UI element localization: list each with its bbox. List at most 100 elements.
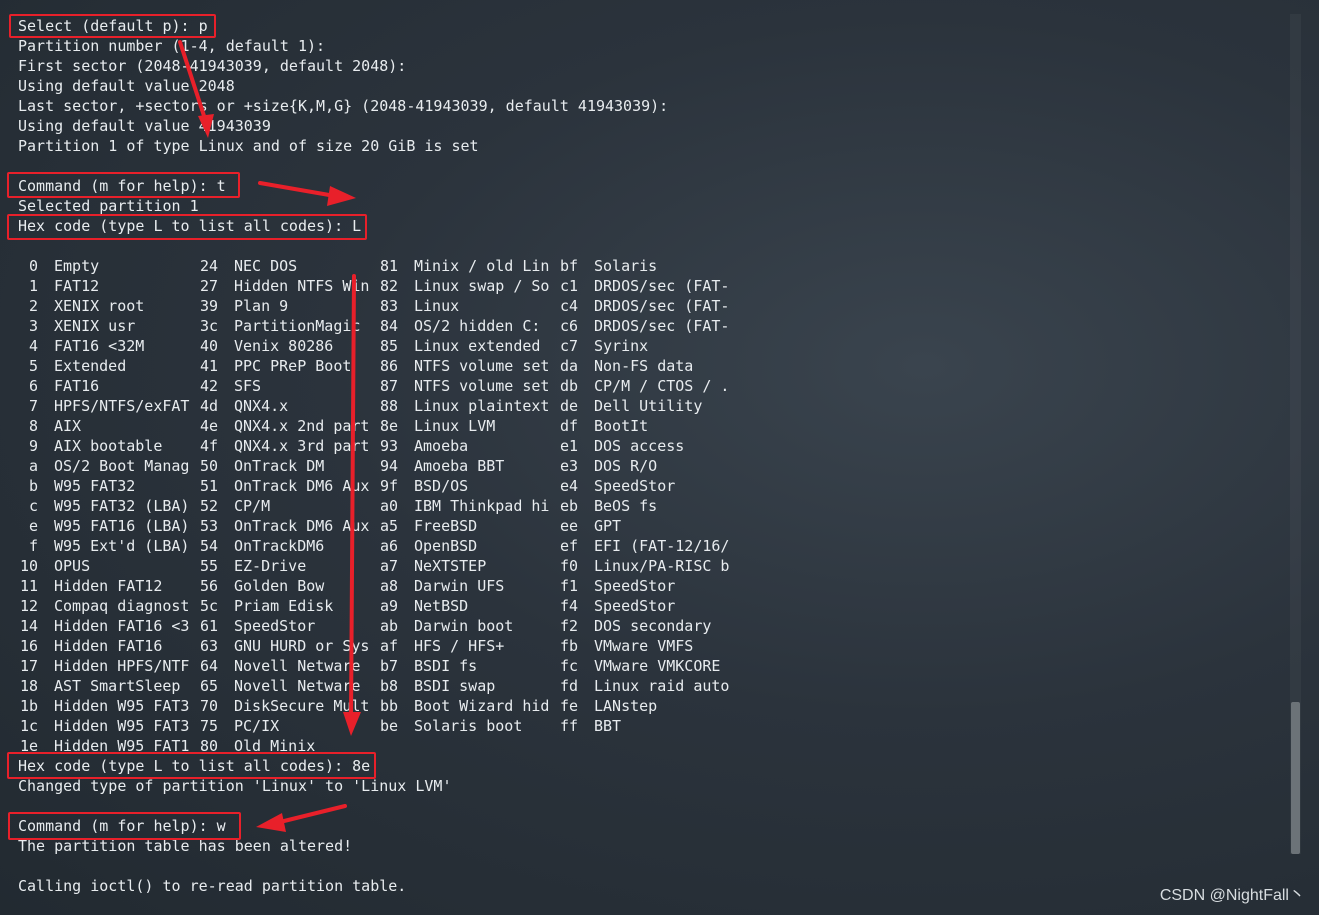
- code-table-row: 7 HPFS/NTFS/exFAT 4d QNX4.x 88 Linux plaintex…: [0, 396, 760, 416]
- partition-code: df: [559, 417, 578, 435]
- partition-code: 4f: [199, 437, 218, 455]
- partition-type-name: W95 FAT32 (LBA): [54, 497, 190, 515]
- partition-code: ab: [379, 617, 398, 635]
- partition-code: 27: [199, 277, 218, 295]
- code-table-row: 14 Hidden FAT16 <3 61 SpeedStor ab Darwin boo…: [0, 616, 760, 636]
- partition-code: 56: [199, 577, 218, 595]
- partition-code: 16: [19, 637, 38, 655]
- partition-code: fe: [559, 697, 578, 715]
- partition-type-name: NEC DOS: [234, 257, 298, 275]
- code-table-row: 16 Hidden FAT16 63 GNU HURD or Sys af HFS / H…: [0, 636, 760, 656]
- partition-code: fb: [559, 637, 578, 655]
- partition-type-name: PartitionMagic: [234, 317, 361, 335]
- partition-code: fd: [559, 677, 578, 695]
- partition-type-name: PC/IX: [234, 717, 280, 735]
- scrollbar-thumb[interactable]: [1291, 702, 1300, 854]
- code-table-row: 1 FAT12 27 Hidden NTFS Win 82 Linux swap / So…: [0, 276, 760, 296]
- partition-code: 10: [19, 557, 38, 575]
- partition-code: 39: [199, 297, 218, 315]
- partition-type-name: Linux: [414, 297, 460, 315]
- partition-type-name: SpeedStor: [594, 477, 676, 495]
- partition-code: bf: [559, 257, 578, 275]
- partition-type-name: BeOS fs: [594, 497, 658, 515]
- partition-type-name: BSDI swap: [414, 677, 496, 695]
- terminal-line: Using default value 2048: [18, 77, 235, 95]
- highlight-box-command-w: [8, 812, 241, 840]
- partition-code: a8: [379, 577, 398, 595]
- partition-type-name: Linux swap / So: [414, 277, 550, 295]
- partition-type-name: DOS secondary: [594, 617, 712, 635]
- partition-code: 17: [19, 657, 38, 675]
- code-table-row: e W95 FAT16 (LBA) 53 OnTrack DM6 Aux a5 FreeB…: [0, 516, 760, 536]
- partition-code: 51: [199, 477, 218, 495]
- partition-type-name: DiskSecure Mult: [234, 697, 370, 715]
- partition-type-name: W95 Ext'd (LBA): [54, 537, 190, 555]
- partition-type-name: XENIX root: [54, 297, 145, 315]
- partition-code: b: [28, 477, 38, 495]
- partition-code: b7: [379, 657, 398, 675]
- partition-type-name: XENIX usr: [54, 317, 136, 335]
- partition-type-name: Darwin UFS: [414, 577, 505, 595]
- partition-type-name: QNX4.x 3rd part: [234, 437, 370, 455]
- partition-type-name: SFS: [234, 377, 262, 395]
- partition-type-name: BootIt: [594, 417, 649, 435]
- partition-code: bb: [379, 697, 398, 715]
- partition-type-name: Hidden FAT16: [54, 637, 163, 655]
- partition-code: 50: [199, 457, 218, 475]
- partition-type-name: FAT16: [54, 377, 100, 395]
- partition-code: 12: [19, 597, 38, 615]
- partition-type-name: SpeedStor: [234, 617, 316, 635]
- partition-type-name: FAT12: [54, 277, 100, 295]
- partition-code: a: [28, 457, 38, 475]
- partition-type-name: Hidden W95 FAT3: [54, 697, 190, 715]
- terminal-line: Partition 1 of type Linux and of size 20…: [18, 137, 479, 155]
- partition-code: f: [28, 537, 38, 555]
- partition-type-name: Non-FS data: [594, 357, 694, 375]
- partition-code: 3c: [199, 317, 218, 335]
- partition-code: 81: [379, 257, 398, 275]
- partition-type-name: Linux/PA-RISC b: [594, 557, 730, 575]
- partition-code: 42: [199, 377, 218, 395]
- partition-type-name: BSD/OS: [414, 477, 469, 495]
- partition-type-name: Novell Netware: [234, 657, 361, 675]
- partition-code: 93: [379, 437, 398, 455]
- partition-type-name: LANstep: [594, 697, 658, 715]
- terminal-line: Partition number (1-4, default 1):: [18, 37, 326, 55]
- partition-type-name: Syrinx: [594, 337, 649, 355]
- partition-type-name: EFI (FAT-12/16/: [594, 537, 730, 555]
- partition-type-name: Boot Wizard hid: [414, 697, 550, 715]
- partition-type-name: Empty: [54, 257, 100, 275]
- code-table-row: 6 FAT16 42 SFS 87 NTFS volume set db CP/M / CTO…: [0, 376, 760, 396]
- partition-code: e3: [559, 457, 578, 475]
- code-table-row: 18 AST SmartSleep 65 Novell Netware b8 BSDI s…: [0, 676, 760, 696]
- partition-type-name: NTFS volume set: [414, 357, 550, 375]
- code-table-row: 2 XENIX root 39 Plan 9 83 Linux c4 DRDOS/sec (F…: [0, 296, 760, 316]
- partition-type-name: Hidden FAT12: [54, 577, 163, 595]
- partition-code: 54: [199, 537, 218, 555]
- partition-code: 0: [28, 257, 38, 275]
- partition-type-name: Amoeba: [414, 437, 469, 455]
- terminal-line: Changed type of partition 'Linux' to 'Li…: [18, 777, 452, 795]
- partition-code: f0: [559, 557, 578, 575]
- partition-type-name: AST SmartSleep: [54, 677, 181, 695]
- partition-type-name: SpeedStor: [594, 597, 676, 615]
- partition-code: 2: [28, 297, 38, 315]
- partition-type-name: DOS access: [594, 437, 685, 455]
- partition-code: a9: [379, 597, 398, 615]
- partition-type-name: SpeedStor: [594, 577, 676, 595]
- partition-code: ff: [559, 717, 578, 735]
- code-table-row: f W95 Ext'd (LBA) 54 OnTrackDM6 a6 OpenBSD ef E…: [0, 536, 760, 556]
- code-table-row: 10 OPUS 55 EZ-Drive a7 NeXTSTEP f0 Linux/PA-RIS…: [0, 556, 760, 576]
- partition-type-name: OnTrack DM6 Aux: [234, 517, 370, 535]
- partition-code: 52: [199, 497, 218, 515]
- partition-type-name: DOS R/O: [594, 457, 658, 475]
- vertical-scrollbar[interactable]: [1290, 14, 1301, 854]
- partition-type-name: HPFS/NTFS/exFAT: [54, 397, 190, 415]
- partition-type-name: IBM Thinkpad hi: [414, 497, 550, 515]
- partition-code: c: [28, 497, 38, 515]
- partition-code: 14: [19, 617, 38, 635]
- partition-code: da: [559, 357, 578, 375]
- code-table-row: 12 Compaq diagnost 5c Priam Edisk a9 NetBSD f4…: [0, 596, 760, 616]
- partition-code: 63: [199, 637, 218, 655]
- code-table-row: 3 XENIX usr 3c PartitionMagic 84 OS/2 hidden …: [0, 316, 760, 336]
